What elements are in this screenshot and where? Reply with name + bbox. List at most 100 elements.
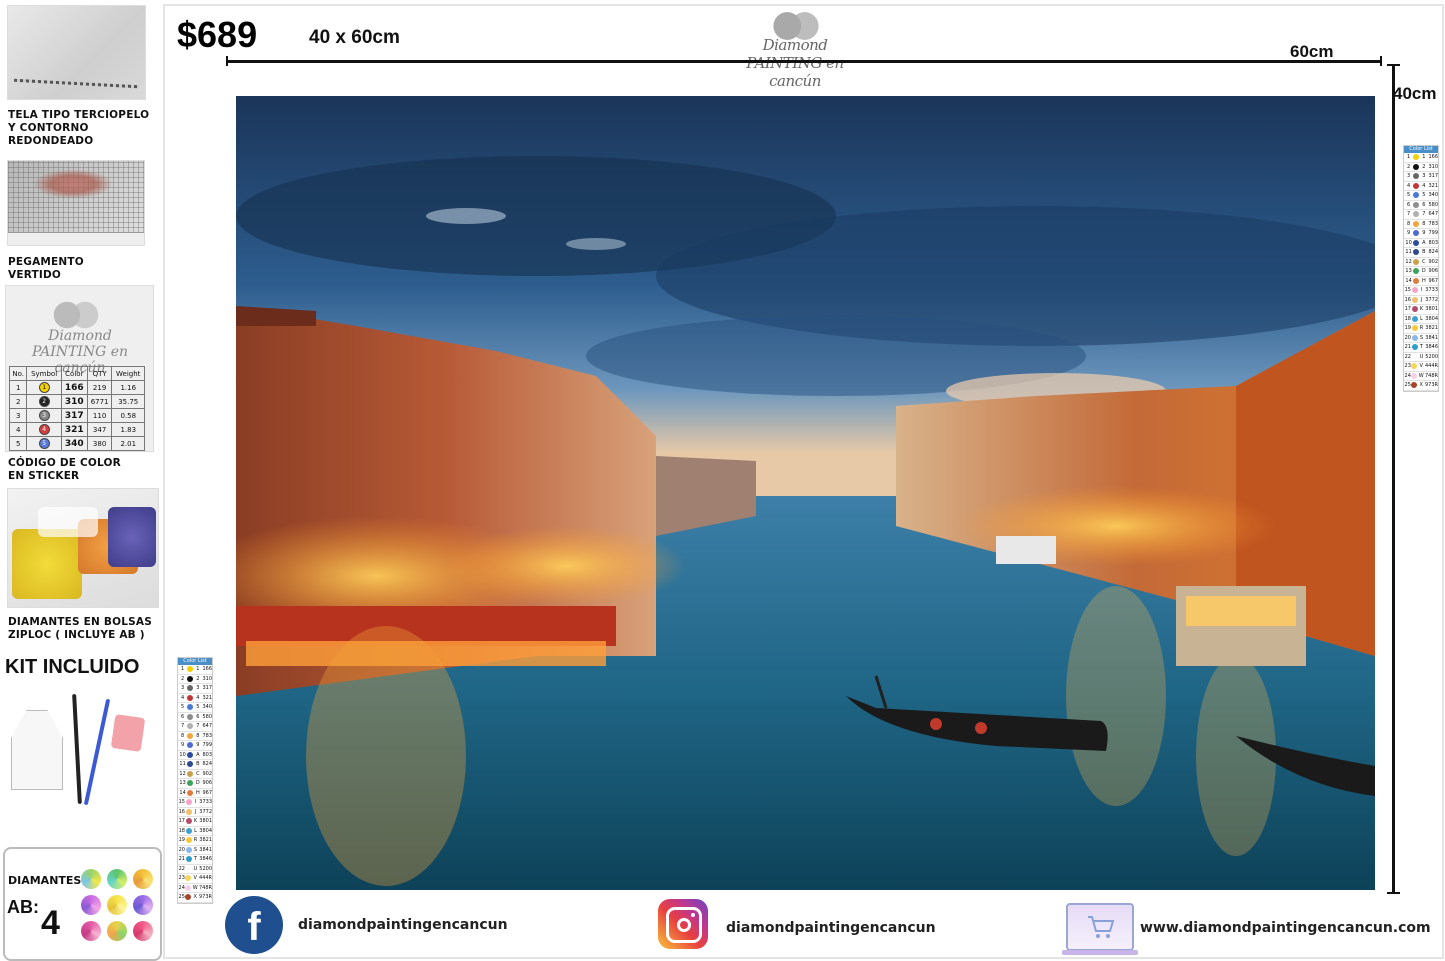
color-list-row: 1 1 166 — [178, 665, 212, 675]
color-list-row: 22 U 5200 — [178, 865, 212, 874]
fabric-caption-line-1: TELA TIPO TERCIOPELO — [8, 109, 150, 121]
ab-gem — [107, 869, 127, 889]
color-list-row: 7 7 647 — [1404, 210, 1438, 220]
color-list-row: 19 R 3821 — [178, 836, 212, 846]
ab-gem — [81, 921, 101, 941]
color-list-row: 14 H 967 — [1404, 277, 1438, 286]
color-list-row: 24 W 748R — [1404, 372, 1438, 381]
color-list-row: 1 1 166 — [1404, 153, 1438, 163]
color-list-row: 25 X 973R — [178, 893, 212, 903]
color-list-row: 21 T 3846 — [178, 855, 212, 865]
color-list-row: 2 2 310 — [1404, 163, 1438, 172]
applicator-pen — [72, 693, 82, 805]
price: $689 — [177, 14, 258, 55]
color-list-row: 14 H 967 — [178, 789, 212, 798]
color-list-row: 12 C 902 — [178, 770, 212, 779]
table-row: 1 1 166 219 1.16 — [8, 380, 145, 395]
color-list-row: 20 S 3841 — [1404, 334, 1438, 343]
ab-gem — [133, 869, 153, 889]
ab-gem — [107, 921, 127, 941]
color-list-row: 8 8 783 — [1404, 220, 1438, 229]
brand-logo: Diamond PAINTING en cancún — [740, 6, 850, 90]
size-label: 40 x 60cm — [309, 27, 400, 48]
color-list-row: 4 4 321 — [1404, 182, 1438, 191]
color-list-row: 5 5 340 — [1404, 191, 1438, 201]
ab-gem — [133, 895, 153, 915]
color-list-row: 15 I 3733 — [178, 798, 212, 808]
color-list-row: 10 A 803 — [1404, 239, 1438, 248]
color-list-row: 19 R 3821 — [1404, 324, 1438, 334]
bags-caption-line-2: ZIPLOC ( INCLUYE AB ) — [8, 629, 145, 641]
table-row: 5 5 340 380 2.01 — [8, 436, 145, 451]
fabric-caption: TELA TIPO TERCIOPELO Y CONTORNO REDONDEA… — [8, 109, 162, 148]
color-list-row: 2 2 310 — [178, 675, 212, 684]
color-list-row: 16 J 3772 — [178, 808, 212, 817]
website-url[interactable]: www.diamondpaintingencancun.com — [1140, 920, 1431, 936]
color-list-row: 6 6 580 — [178, 713, 212, 722]
features-sidebar: TELA TIPO TERCIOPELO Y CONTORNO REDONDEA… — [0, 0, 162, 961]
shopping-cart-icon[interactable] — [1062, 903, 1138, 955]
ziploc-bags-photo — [7, 488, 159, 608]
ab-gem — [107, 895, 127, 915]
color-list-row: 17 K 3801 — [1404, 305, 1438, 315]
height-label: 40cm — [1393, 84, 1437, 103]
color-list-row: 12 C 902 — [1404, 258, 1438, 267]
glue-caption: PEGAMENTO VERTIDO — [8, 256, 84, 282]
ab-label: DIAMANTES — [8, 874, 82, 887]
color-list-row: 11 B 824 — [178, 760, 212, 770]
table-row: 3 3 317 110 0.58 — [8, 408, 145, 423]
artwork-illustration — [236, 96, 1375, 890]
glue-canvas-photo — [7, 160, 145, 246]
color-list-row: 22 U 5200 — [1404, 353, 1438, 362]
wax-block — [110, 714, 146, 752]
color-list-row: 7 7 647 — [178, 722, 212, 732]
color-list-left: Color List 1 1 166 2 2 310 3 3 317 4 4 321 5 5 340 6 6 58… — [177, 657, 213, 904]
color-list-row: 18 L 3804 — [178, 827, 212, 836]
height-dimension-line — [1387, 64, 1400, 894]
color-list-row: 20 S 3841 — [178, 846, 212, 855]
color-list-row: 3 3 317 — [1404, 172, 1438, 182]
bags-caption: DIAMANTES EN BOLSAS ZIPLOC ( INCLUYE AB … — [8, 616, 152, 642]
glue-caption-line-1: PEGAMENTO — [8, 256, 84, 268]
brand-logo-caption: Diamond PAINTING en cancún — [746, 36, 844, 90]
velvet-fabric-photo — [7, 5, 146, 100]
width-dimension-line — [226, 56, 1382, 66]
venice-canal-artwork — [236, 96, 1375, 890]
width-label: 60cm — [1290, 42, 1334, 61]
sticker-caption-line-1: CÓDIGO DE COLOR — [8, 457, 121, 469]
sticker-table-header: No. Symbol Color QTY Weight — [8, 366, 145, 381]
ab-gem — [81, 869, 101, 889]
ab-count: 4 — [41, 904, 60, 942]
color-code-sticker-photo: Diamond PAINTING en cancún No. Symbol Co… — [5, 285, 154, 452]
color-list-row: 13 D 906 — [1404, 267, 1438, 277]
sticker-color-table: No. Symbol Color QTY Weight 1 1 166 219 … — [8, 366, 145, 451]
color-list-row: 4 4 321 — [178, 694, 212, 703]
kit-tools-photo — [7, 688, 157, 823]
color-list-right: Color List 1 1 166 2 2 310 3 3 317 4 4 321 5 5 340 6 6 58… — [1403, 145, 1439, 392]
color-list-row: 18 L 3804 — [1404, 315, 1438, 324]
facebook-icon[interactable]: f — [225, 896, 283, 954]
color-list-row: 21 T 3846 — [1404, 343, 1438, 353]
applicator-pen-blue — [83, 698, 111, 806]
color-list-row: 24 W 748R — [178, 884, 212, 893]
color-list-row: 23 V 444R — [1404, 362, 1438, 372]
ab-diamonds-box: DIAMANTES AB: 4 — [3, 847, 162, 961]
color-list-row: 3 3 317 — [178, 684, 212, 694]
facebook-handle[interactable]: diamondpaintingencancun — [298, 917, 508, 933]
table-row: 4 4 321 347 1.83 — [8, 422, 145, 437]
fabric-caption-line-2: Y CONTORNO REDONDEADO — [8, 122, 94, 147]
instagram-handle[interactable]: diamondpaintingencancun — [726, 920, 936, 936]
instagram-icon[interactable] — [658, 899, 708, 949]
color-list-row: 16 J 3772 — [1404, 296, 1438, 305]
ab-gem — [133, 921, 153, 941]
sticker-caption-line-2: EN STICKER — [8, 470, 80, 482]
color-list-row: 11 B 824 — [1404, 248, 1438, 258]
color-list-row: 8 8 783 — [178, 732, 212, 741]
color-list-row: 5 5 340 — [178, 703, 212, 713]
color-list-row: 9 9 799 — [1404, 229, 1438, 239]
color-list-row: 13 D 906 — [178, 779, 212, 789]
color-list-row: 10 A 803 — [178, 751, 212, 760]
kit-title: KIT INCLUIDO — [5, 656, 140, 678]
cart-glyph — [1088, 916, 1115, 938]
color-list-row: 9 9 799 — [178, 741, 212, 751]
